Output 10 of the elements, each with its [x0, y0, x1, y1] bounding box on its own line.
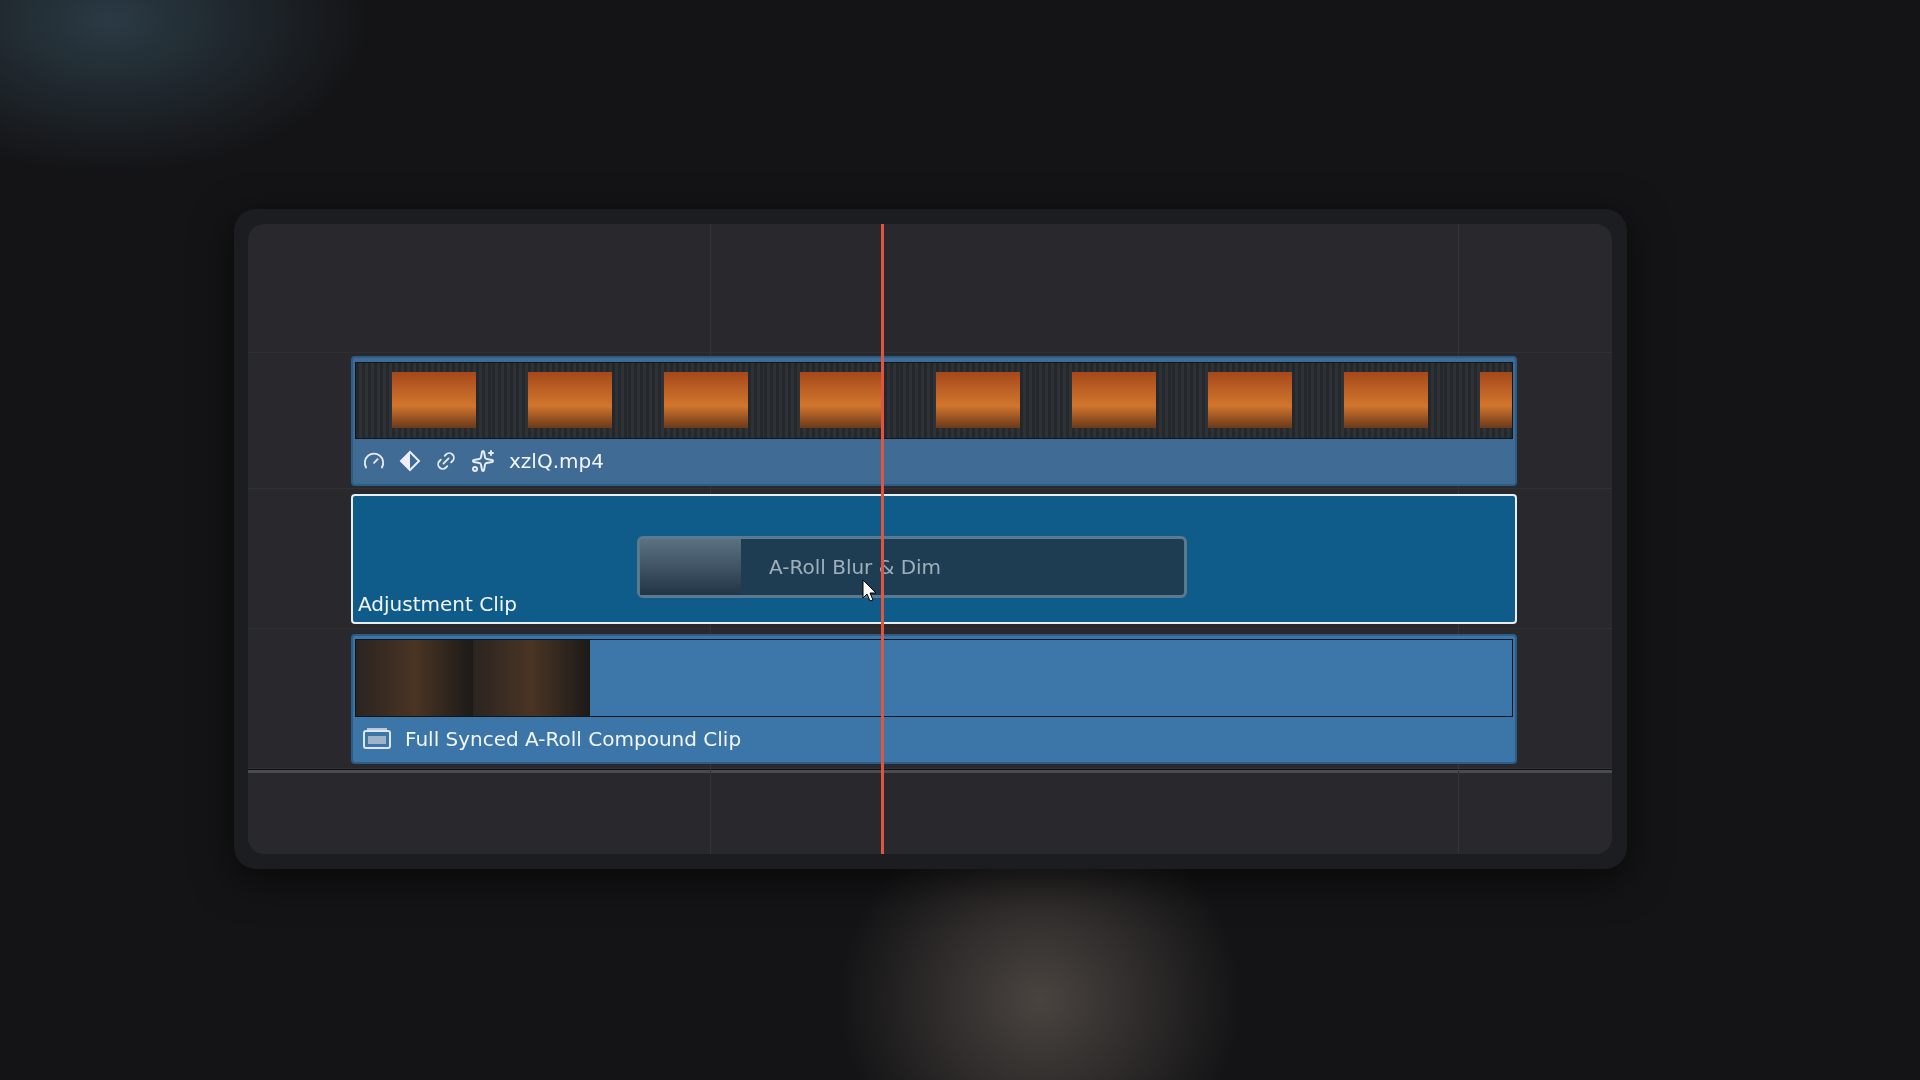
- clip-name: Adjustment Clip: [358, 591, 518, 616]
- video-clip[interactable]: xzlQ.mp4: [351, 355, 1517, 486]
- clip-name: Full Synced A-Roll Compound Clip: [405, 727, 742, 751]
- half-diamond-icon[interactable]: [399, 450, 421, 472]
- sparkles-icon[interactable]: [471, 449, 495, 473]
- mouse-cursor-icon: [862, 579, 878, 603]
- link-icon[interactable]: [435, 450, 457, 472]
- compound-clip-icon: [363, 728, 391, 750]
- clip-name: xzlQ.mp4: [509, 449, 604, 473]
- compound-clip[interactable]: Full Synced A-Roll Compound Clip: [351, 633, 1517, 764]
